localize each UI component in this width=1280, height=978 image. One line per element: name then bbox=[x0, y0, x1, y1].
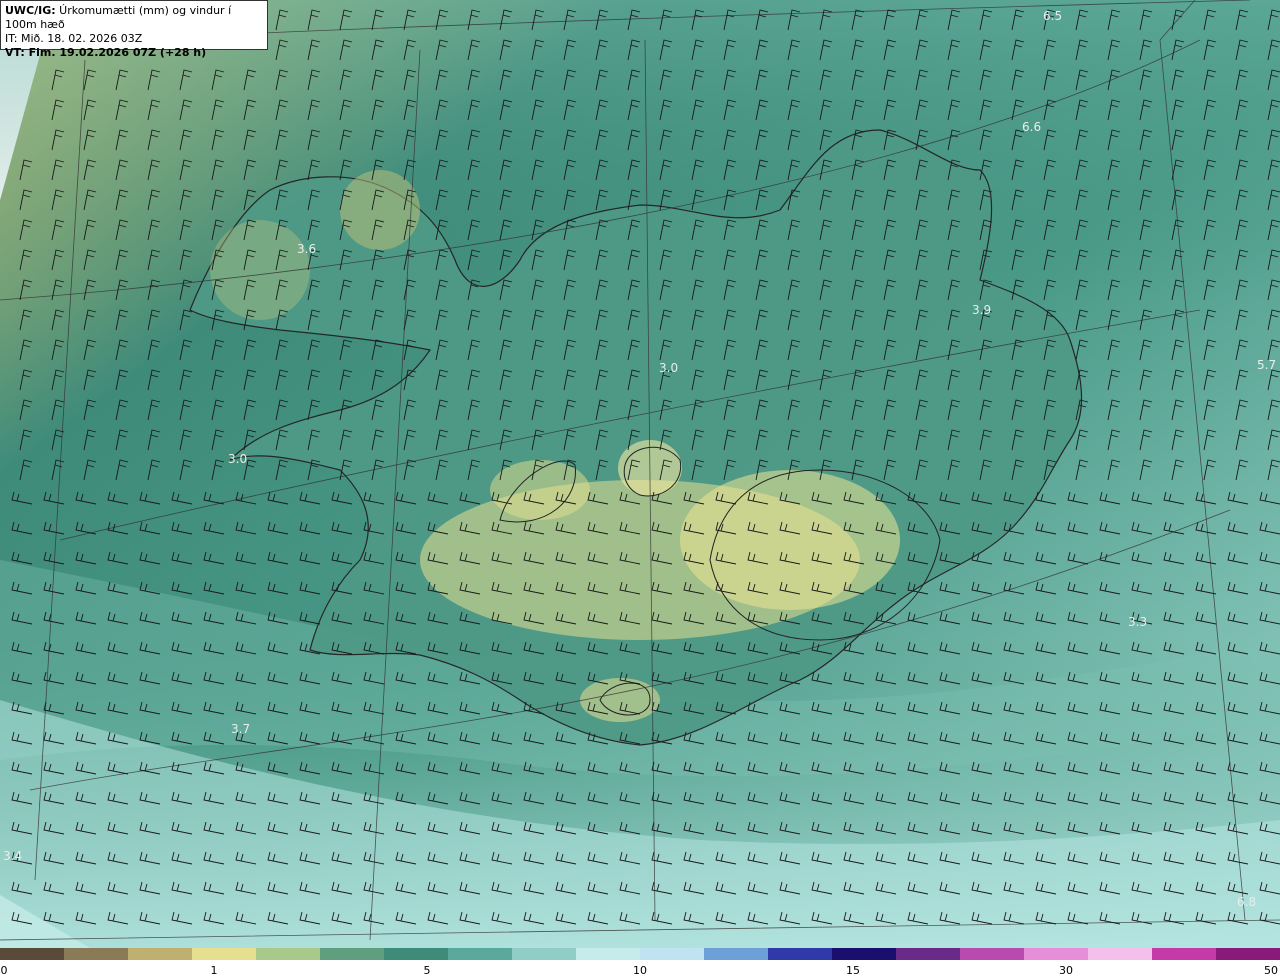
colorbar-tick: 10 bbox=[633, 964, 647, 977]
colorbar-segment bbox=[64, 948, 128, 960]
colorbar-segment bbox=[128, 948, 192, 960]
colorbar-segment bbox=[1024, 948, 1088, 960]
colorbar-segment bbox=[1152, 948, 1216, 960]
colorbar-segment bbox=[832, 948, 896, 960]
map-label: 5.7 bbox=[1257, 358, 1276, 372]
colorbar-tick: 50 bbox=[1264, 964, 1278, 977]
map-title: UWC/IG: Úrkomumætti (mm) og vindur í 100… bbox=[5, 4, 232, 31]
colorbar-segment bbox=[512, 948, 576, 960]
colorbar-tick: 1 bbox=[210, 964, 218, 977]
colorbar-segment bbox=[960, 948, 1024, 960]
map-label: 3.6 bbox=[297, 242, 316, 256]
colorbar-segment bbox=[384, 948, 448, 960]
map-label: 6.8 bbox=[1237, 895, 1256, 909]
colorbar-tick: 0 bbox=[0, 964, 8, 977]
colorbar-segment bbox=[192, 948, 256, 960]
colorbar-gradient bbox=[0, 948, 1280, 960]
colorbar-segment bbox=[896, 948, 960, 960]
weather-map: 6.5 6.6 3.6 3.9 5.7 3.0 3.0 3.3 3.7 3.4 … bbox=[0, 0, 1280, 948]
colorbar-segment bbox=[768, 948, 832, 960]
colorbar-segment bbox=[256, 948, 320, 960]
colorbar-segment bbox=[576, 948, 640, 960]
colorbar-segment bbox=[320, 948, 384, 960]
colorbar-segment bbox=[704, 948, 768, 960]
valid-time: VT: Fim. 19.02.2026 07Z (+28 h) bbox=[5, 46, 207, 59]
map-label: 3.3 bbox=[1128, 615, 1147, 629]
map-label: 3.0 bbox=[228, 452, 247, 466]
map-label: 3.7 bbox=[231, 722, 250, 736]
init-time: IT: Mið. 18. 02. 2026 03Z bbox=[5, 32, 143, 45]
colorbar-segment bbox=[1216, 948, 1280, 960]
map-label: 6.5 bbox=[1043, 9, 1062, 23]
colorbar-segment bbox=[0, 948, 64, 960]
colorbar-segment bbox=[1088, 948, 1152, 960]
colorbar-tick: 15 bbox=[846, 964, 860, 977]
map-header-box: UWC/IG: Úrkomumætti (mm) og vindur í 100… bbox=[0, 0, 268, 59]
map-label: 3.9 bbox=[972, 303, 991, 317]
colorbar-tick: 30 bbox=[1059, 964, 1073, 977]
map-label: 6.6 bbox=[1022, 120, 1041, 134]
colorbar-segment bbox=[448, 948, 512, 960]
colorbar-tick: 5 bbox=[423, 964, 431, 977]
colorbar-segment bbox=[640, 948, 704, 960]
colorbar: 0 1 5 10 15 30 50 bbox=[0, 948, 1280, 978]
map-label: 3.0 bbox=[659, 361, 678, 375]
map-label: 3.4 bbox=[3, 849, 22, 863]
